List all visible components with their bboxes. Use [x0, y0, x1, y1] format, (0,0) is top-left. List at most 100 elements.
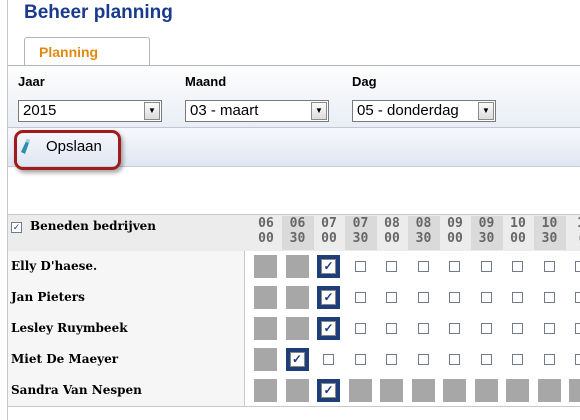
slot-checkbox[interactable] — [412, 286, 435, 309]
checkbox-icon — [480, 261, 492, 272]
time-slot-hour: 07 — [321, 216, 337, 231]
checkbox-icon — [512, 323, 523, 334]
time-slot-minute: 00 — [321, 231, 337, 246]
unavailable-slot — [443, 379, 466, 402]
page-title: Beheer planning — [24, 2, 173, 23]
time-slot-minute: 30 — [289, 231, 306, 246]
checkbox-icon — [417, 292, 429, 303]
unavailable-slot — [380, 379, 403, 402]
employee-name: Lesley Ruymbeek — [11, 321, 128, 335]
month-select-value: 03 - maart — [190, 102, 259, 119]
checkbox-icon — [449, 292, 460, 303]
slot-checkbox[interactable] — [412, 317, 435, 340]
checkbox-icon — [417, 261, 429, 272]
grid-header-label: Beneden bedrijven — [30, 219, 157, 233]
unavailable-slot — [254, 317, 277, 340]
checkmark-icon: ✓ — [321, 383, 336, 398]
checkbox-icon — [354, 323, 366, 334]
unavailable-slot — [254, 379, 277, 402]
unavailable-slot — [285, 317, 309, 340]
time-slot-hour: 06 — [289, 216, 306, 231]
slot-checkbox[interactable] — [506, 286, 529, 309]
slot-checkbox[interactable] — [538, 286, 561, 309]
year-select[interactable]: 2015 ▼ — [18, 100, 162, 122]
time-slot-header: 08 00 — [376, 216, 408, 250]
slot-checkbox[interactable]: ✓ — [285, 348, 309, 371]
slot-checkbox[interactable] — [538, 348, 561, 371]
slot-checkbox[interactable] — [349, 255, 372, 278]
tab-planning-label: Planning — [39, 44, 99, 60]
slot-checkbox[interactable] — [475, 286, 498, 309]
slot-checkbox[interactable] — [443, 286, 466, 309]
time-slot-minute: 30 — [541, 231, 558, 246]
checkbox-icon — [386, 323, 397, 334]
unavailable-slot — [285, 255, 309, 278]
slot-checkbox[interactable] — [380, 348, 403, 371]
slot-checkbox[interactable] — [475, 255, 498, 278]
chevron-down-icon[interactable]: ▼ — [478, 102, 494, 120]
slot-checkbox[interactable] — [443, 255, 466, 278]
year-label: Jaar — [18, 74, 45, 89]
time-slot-header: 10 30 — [533, 216, 566, 250]
unavailable-slot — [254, 255, 277, 278]
time-slot-header: 07 00 — [313, 216, 345, 250]
year-select-value: 2015 — [23, 102, 57, 119]
time-slot-header: 08 30 — [407, 216, 440, 250]
slot-checkbox[interactable] — [380, 255, 403, 278]
slot-checkbox[interactable] — [569, 255, 580, 278]
checkbox-icon — [386, 292, 397, 303]
day-select-value: 05 - donderdag — [357, 102, 459, 119]
slot-checkbox[interactable] — [412, 348, 435, 371]
time-slot-minute: 00 — [510, 231, 526, 246]
slot-checkbox[interactable] — [506, 255, 529, 278]
checkbox-icon — [480, 354, 492, 365]
time-slot-header: 10 00 — [502, 216, 534, 250]
slot-checkbox[interactable] — [349, 348, 372, 371]
time-slot-hour: 08 — [415, 216, 432, 231]
time-slot-hour: 07 — [352, 216, 369, 231]
slot-checkbox[interactable]: ✓ — [317, 317, 340, 340]
month-select[interactable]: 03 - maart ▼ — [185, 100, 329, 122]
time-slot-minute: ( — [565, 231, 580, 246]
checkbox-icon — [354, 292, 366, 303]
time-slot-header: 09 00 — [439, 216, 471, 250]
employee-name: Miet De Maeyer — [11, 352, 119, 366]
unavailable-slot — [506, 379, 529, 402]
slot-checkbox[interactable] — [380, 286, 403, 309]
checkbox-icon — [575, 261, 580, 272]
slot-checkbox[interactable] — [538, 255, 561, 278]
checkbox-icon — [417, 323, 429, 334]
slot-checkbox[interactable] — [475, 317, 498, 340]
slot-checkbox[interactable] — [475, 348, 498, 371]
time-slot-hour: 08 — [384, 216, 400, 231]
day-select[interactable]: 05 - donderdag ▼ — [352, 100, 496, 122]
slot-checkbox[interactable] — [349, 317, 372, 340]
chevron-down-icon[interactable]: ▼ — [144, 102, 160, 120]
time-slot-hour: 06 — [258, 216, 274, 231]
slot-checkbox[interactable] — [506, 348, 529, 371]
slot-checkbox[interactable] — [569, 286, 580, 309]
slot-checkbox[interactable] — [412, 255, 435, 278]
slot-checkbox[interactable] — [317, 348, 340, 371]
checkbox-icon — [512, 292, 523, 303]
slot-checkbox[interactable] — [380, 317, 403, 340]
slot-checkbox[interactable]: ✓ — [317, 286, 340, 309]
time-slot-hour: 09 — [447, 216, 463, 231]
checkbox-icon — [354, 354, 366, 365]
slot-checkbox[interactable] — [443, 348, 466, 371]
slot-checkbox[interactable] — [569, 348, 580, 371]
chevron-down-icon[interactable]: ▼ — [311, 102, 327, 120]
time-slot-minute: 30 — [352, 231, 369, 246]
slot-checkbox[interactable] — [349, 286, 372, 309]
slot-checkbox[interactable] — [506, 317, 529, 340]
slot-checkbox[interactable] — [443, 317, 466, 340]
slot-checkbox[interactable] — [538, 317, 561, 340]
slot-checkbox[interactable] — [569, 317, 580, 340]
unavailable-slot — [537, 379, 561, 402]
slot-checkbox[interactable]: ✓ — [317, 379, 340, 402]
slot-checkbox[interactable]: ✓ — [317, 255, 340, 278]
select-all-checkbox[interactable]: ✓ — [11, 222, 22, 233]
save-button-label[interactable]: Opslaan — [46, 138, 102, 155]
tab-planning[interactable]: Planning — [24, 37, 150, 65]
unavailable-slot — [285, 286, 309, 309]
